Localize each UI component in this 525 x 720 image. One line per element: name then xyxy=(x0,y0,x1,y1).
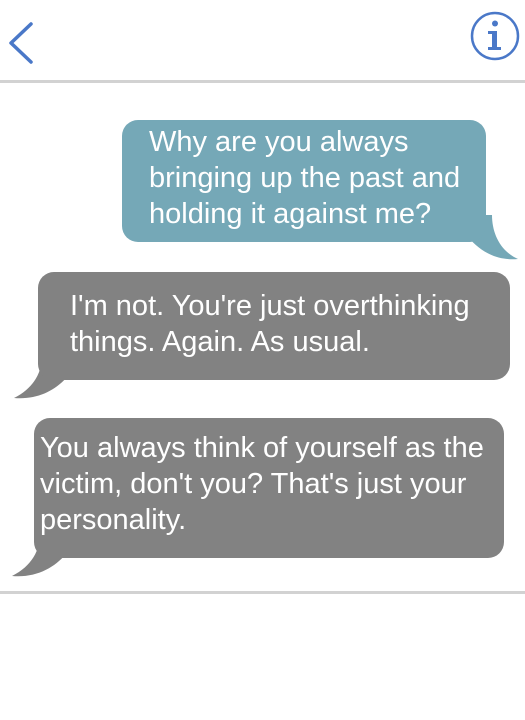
message-bubble-received[interactable]: You always think of yourself as the vict… xyxy=(12,418,504,577)
message-bubble-received[interactable]: I'm not. You're just overthinking things… xyxy=(14,272,510,399)
message-text: Why are you always bringing up the past … xyxy=(149,126,461,230)
footer-divider xyxy=(0,591,525,594)
chevron-left-icon xyxy=(9,22,33,64)
chat-header xyxy=(0,0,525,82)
message-bubble-sent[interactable]: Why are you always bringing up the past … xyxy=(122,120,518,260)
header-divider xyxy=(0,80,525,83)
info-button[interactable] xyxy=(469,10,521,62)
back-button[interactable] xyxy=(4,18,44,68)
message-text: I'm not. You're just overthinking things… xyxy=(70,290,470,358)
message-text: You always think of yourself as the vict… xyxy=(40,432,484,536)
info-circle-icon xyxy=(470,11,520,61)
